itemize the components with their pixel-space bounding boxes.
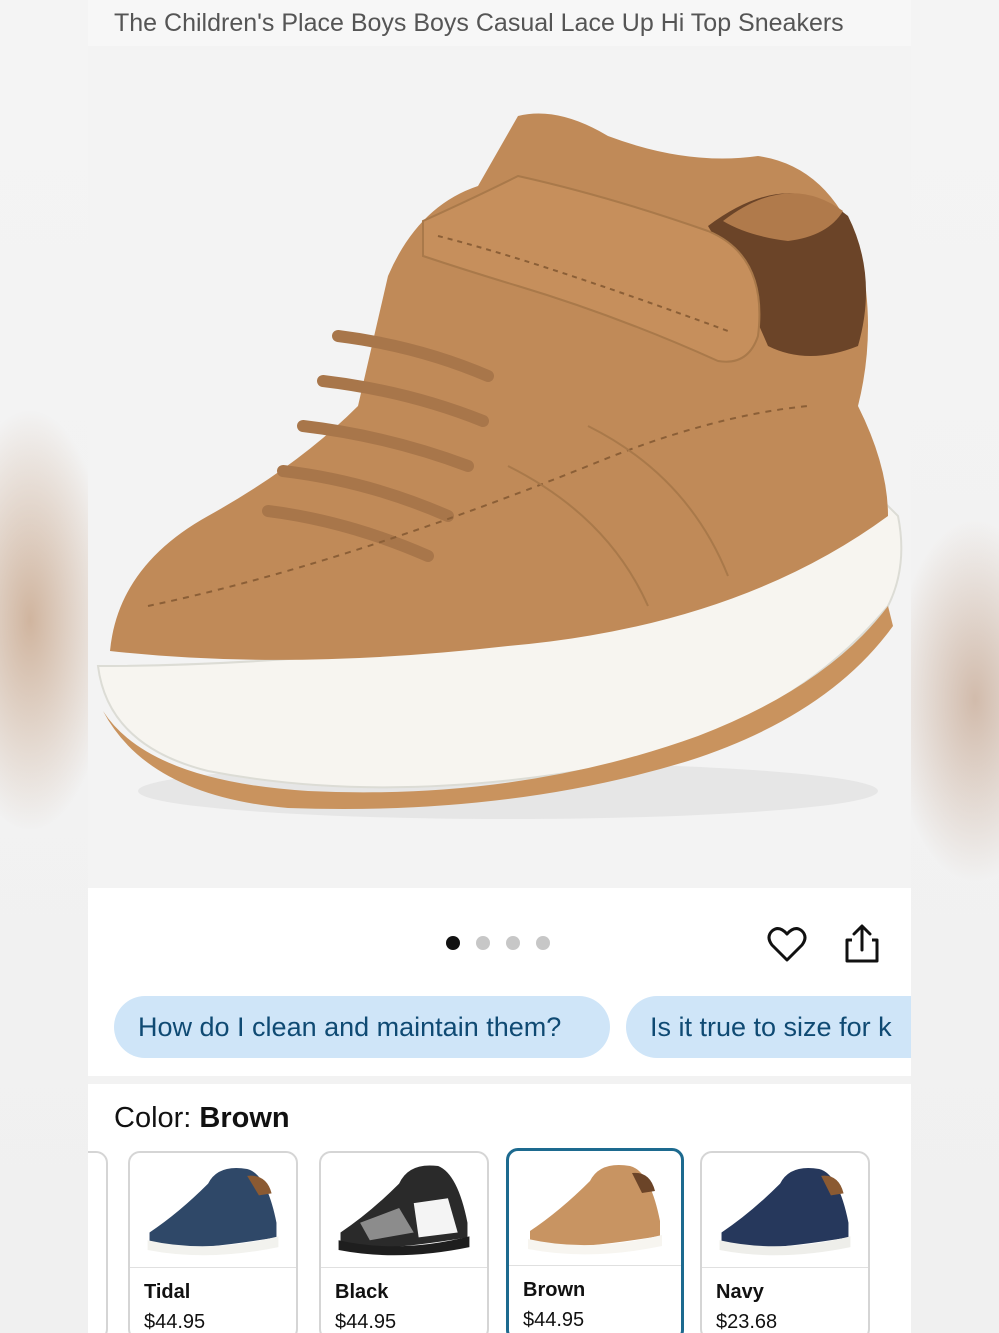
selected-color: Brown xyxy=(199,1102,290,1134)
product-panel: The Children's Place Boys Boys Casual La… xyxy=(88,0,911,1333)
swatch-image xyxy=(528,1165,662,1255)
pagination-dot[interactable] xyxy=(536,936,550,950)
color-swatch-navy[interactable]: Navy $23.68 xyxy=(700,1151,870,1333)
share-icon[interactable] xyxy=(840,922,884,966)
section-divider xyxy=(88,1076,911,1084)
swatch-price: $44.95 xyxy=(144,1311,206,1333)
pagination-dot[interactable] xyxy=(476,936,490,950)
swatch-image xyxy=(338,1165,470,1256)
suggested-questions: How do I clean and maintain them? Is it … xyxy=(114,996,911,1058)
swatch-image xyxy=(719,1168,851,1256)
swatch-name: Black xyxy=(335,1281,389,1303)
color-swatch-black[interactable]: Black $44.95 xyxy=(319,1151,489,1333)
product-image[interactable] xyxy=(88,46,911,888)
swatch-name: Navy xyxy=(716,1281,764,1303)
pagination-dot[interactable] xyxy=(506,936,520,950)
swatch-name: Brown xyxy=(523,1279,586,1301)
heart-icon[interactable] xyxy=(765,922,809,966)
swatch-price: $44.95 xyxy=(335,1311,397,1333)
swatch-price: $23.68 xyxy=(716,1311,778,1333)
color-swatch-tidal[interactable]: Tidal $44.95 xyxy=(128,1151,298,1333)
pagination-dot[interactable] xyxy=(446,936,460,950)
sneaker-illustration xyxy=(96,113,903,819)
product-title: The Children's Place Boys Boys Casual La… xyxy=(88,0,911,46)
color-label: Color: Brown xyxy=(114,1102,290,1134)
swatch-price: $44.95 xyxy=(523,1309,585,1331)
image-pagination[interactable] xyxy=(446,936,550,950)
swatch-separator xyxy=(702,1267,868,1268)
swatch-separator xyxy=(130,1267,296,1268)
swatch-name: Tidal xyxy=(144,1281,191,1303)
swatch-separator xyxy=(509,1265,681,1266)
question-chip[interactable]: Is it true to size for k xyxy=(626,996,911,1058)
color-swatch-brown[interactable]: Brown $44.95 xyxy=(506,1148,684,1333)
color-swatch[interactable] xyxy=(88,1151,108,1333)
swatch-image xyxy=(147,1168,279,1256)
question-chip[interactable]: How do I clean and maintain them? xyxy=(114,996,610,1058)
swatch-separator xyxy=(321,1267,487,1268)
